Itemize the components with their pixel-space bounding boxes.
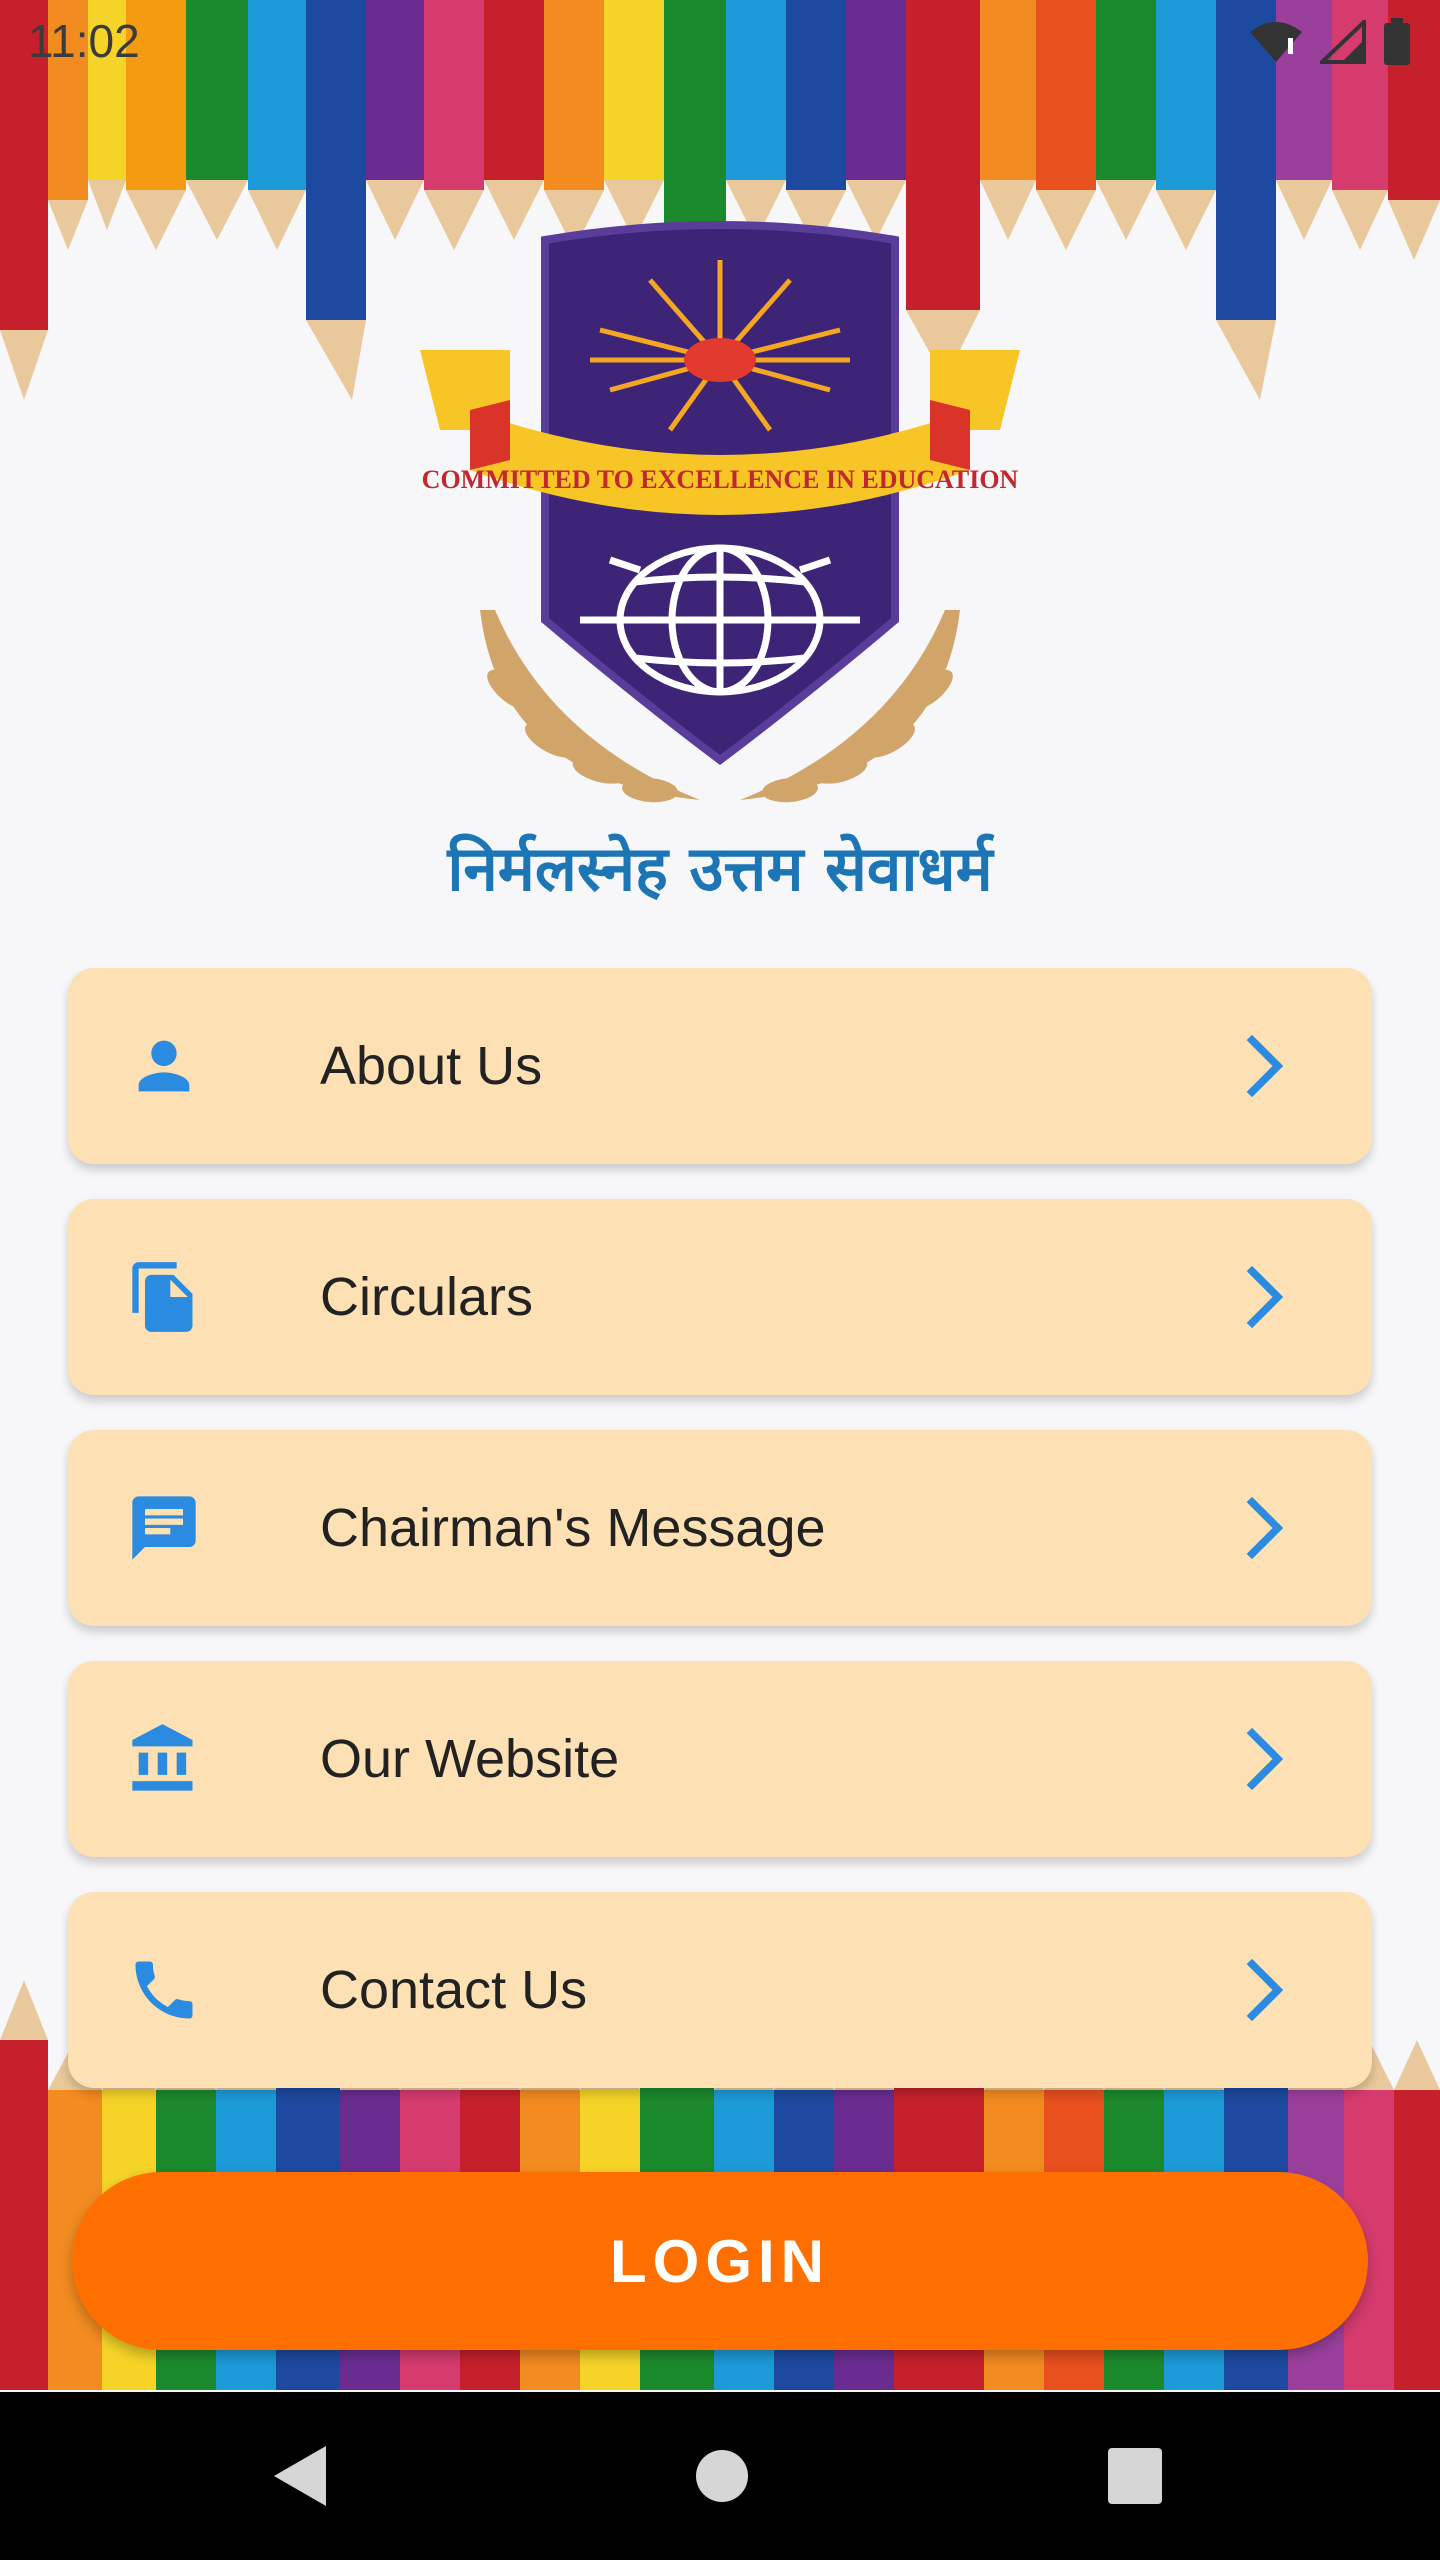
person-icon (126, 1028, 202, 1104)
menu-list: About Us Circulars Chairman's Message Ou… (68, 968, 1372, 2123)
school-logo: COMMITTED TO EXCELLENCE IN EDUCATION निर… (400, 220, 1040, 940)
svg-text:COMMITTED TO EXCELLENCE IN EDU: COMMITTED TO EXCELLENCE IN EDUCATION (422, 465, 1019, 494)
menu-item-our-website[interactable]: Our Website (68, 1661, 1372, 1857)
menu-item-label: About Us (320, 1036, 543, 1096)
menu-item-chairmans-message[interactable]: Chairman's Message (68, 1430, 1372, 1626)
login-button[interactable]: LOGIN (72, 2172, 1368, 2350)
menu-item-contact-us[interactable]: Contact Us (68, 1892, 1372, 2088)
status-bar: 11:02 (0, 0, 1440, 84)
menu-item-label: Our Website (320, 1729, 620, 1789)
menu-item-circulars[interactable]: Circulars (68, 1199, 1372, 1395)
message-icon (126, 1490, 202, 1566)
chevron-right-icon (1224, 1259, 1300, 1335)
chevron-right-icon (1224, 1490, 1300, 1566)
battery-icon (1382, 18, 1412, 71)
menu-item-about-us[interactable]: About Us (68, 968, 1372, 1164)
menu-item-label: Circulars (320, 1267, 534, 1327)
status-icons (1248, 17, 1412, 71)
system-nav-bar (0, 2392, 1440, 2560)
back-icon[interactable] (270, 2444, 330, 2513)
menu-item-label: Contact Us (320, 1960, 588, 2020)
documents-icon (126, 1259, 202, 1335)
wifi-icon (1248, 20, 1304, 69)
institution-icon (126, 1721, 202, 1797)
chevron-right-icon (1224, 1028, 1300, 1104)
chevron-right-icon (1224, 1952, 1300, 2028)
signal-icon (1317, 17, 1366, 69)
menu-item-label: Chairman's Message (320, 1498, 826, 1558)
recents-icon[interactable] (1108, 2448, 1162, 2509)
chevron-right-icon (1224, 1721, 1300, 1797)
svg-text:निर्मलस्नेह उत्तम सेवाधर्म: निर्मलस्नेह उत्तम सेवाधर्म (446, 832, 994, 905)
home-icon[interactable] (694, 2448, 750, 2509)
status-time: 11:02 (28, 15, 140, 67)
phone-icon (126, 1952, 202, 2028)
